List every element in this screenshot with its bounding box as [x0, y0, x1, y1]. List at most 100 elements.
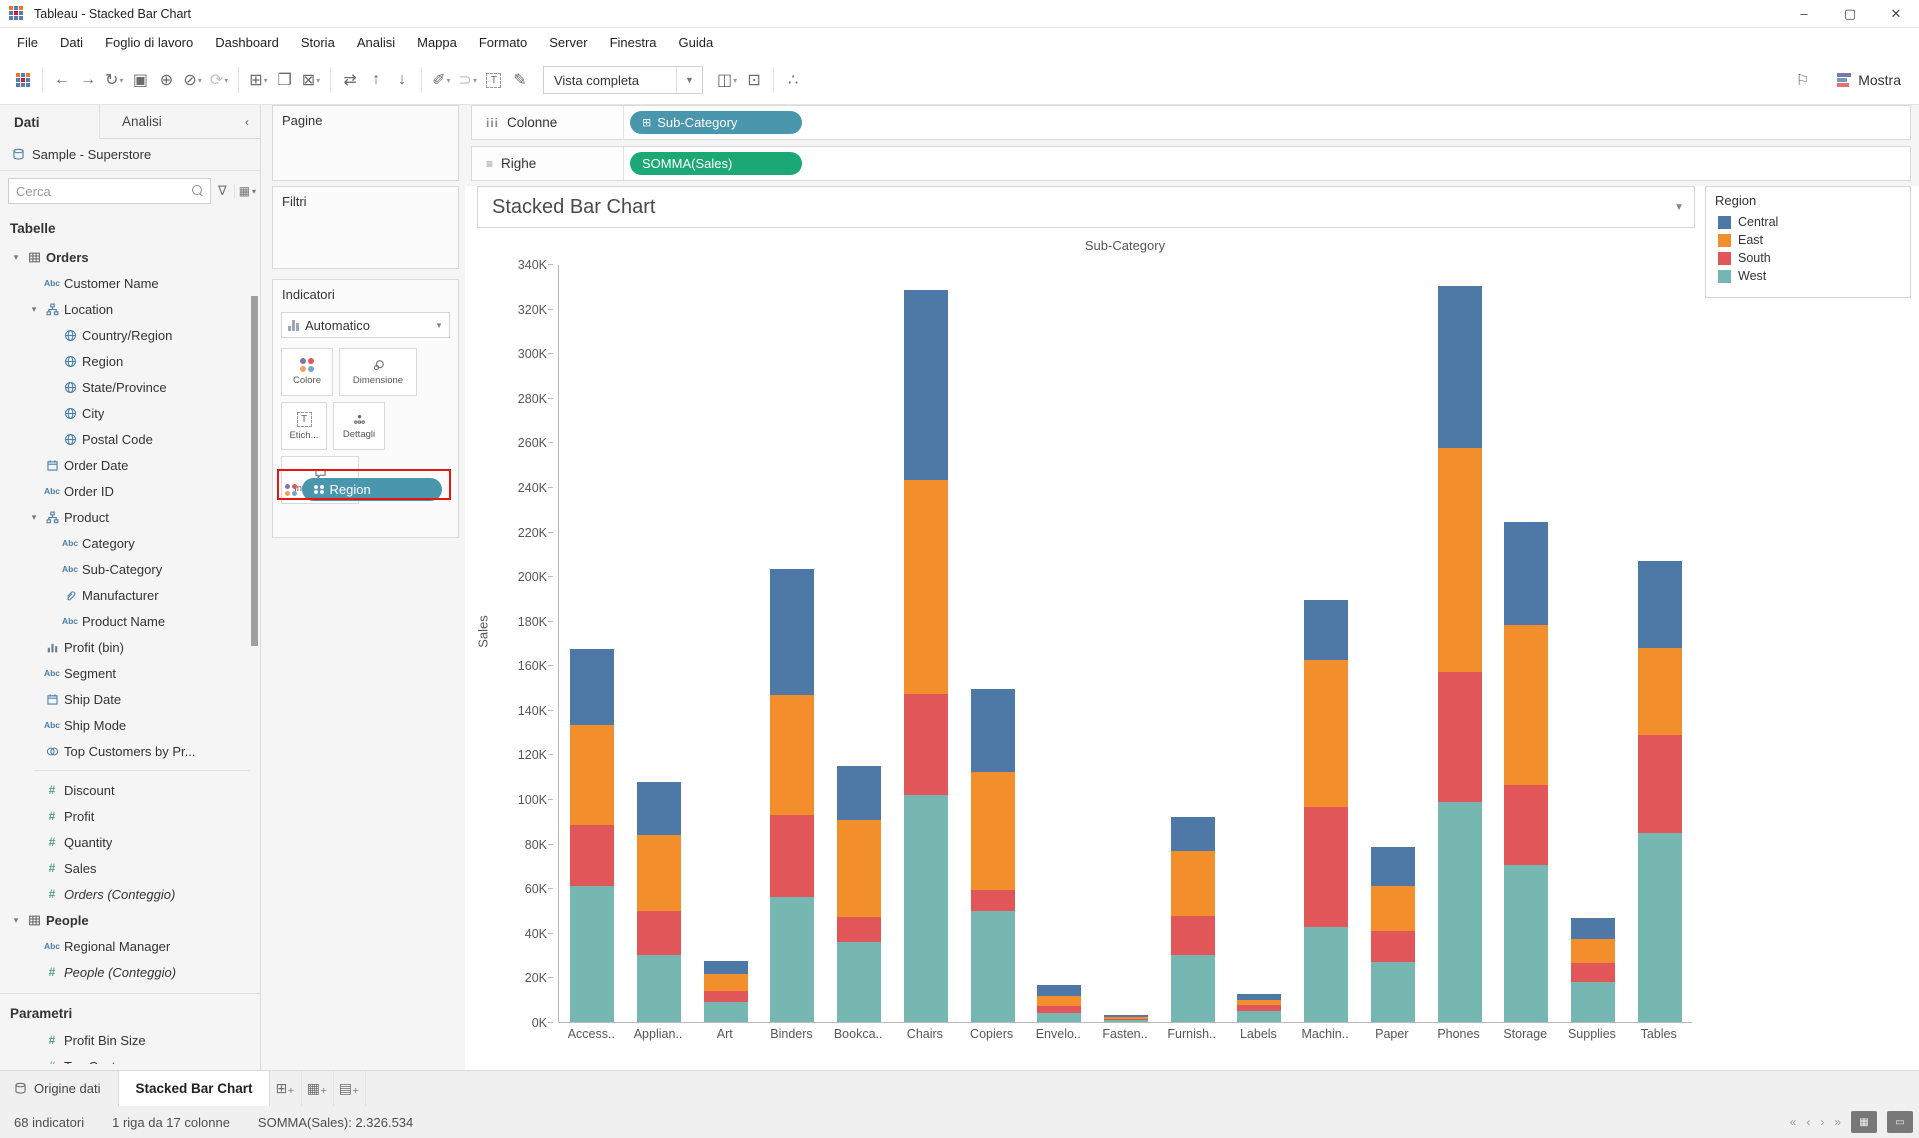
collapse-chevron-icon[interactable]: ▾: [8, 252, 24, 263]
show-tabs-button[interactable]: ▦: [1851, 1111, 1877, 1133]
collapse-chevron-icon[interactable]: ▾: [26, 304, 42, 315]
minimize-button[interactable]: –: [1781, 0, 1827, 27]
tab-data[interactable]: Dati: [0, 105, 100, 139]
sort-descending-button[interactable]: ↓: [389, 65, 415, 95]
bar-segment-central[interactable]: [637, 782, 681, 835]
bar-segment-west[interactable]: [1237, 1011, 1281, 1022]
bar-segment-west[interactable]: [770, 897, 814, 1022]
menu-item-analisi[interactable]: Analisi: [346, 31, 406, 54]
field-segment[interactable]: AbcSegment: [0, 660, 260, 686]
tab-analytics[interactable]: Analisi: [100, 105, 234, 139]
field-sales[interactable]: #Sales: [0, 855, 260, 881]
field-sub-category[interactable]: AbcSub-Category: [0, 556, 260, 582]
maximize-button[interactable]: ▢: [1827, 0, 1873, 27]
bar-segment-south[interactable]: [837, 917, 881, 941]
field-discount[interactable]: #Discount: [0, 777, 260, 803]
field-product[interactable]: ▾Product: [0, 504, 260, 530]
marks-button-etich[interactable]: TEtich...: [281, 402, 327, 450]
bar-segment-south[interactable]: [1438, 672, 1482, 802]
legend-item-west[interactable]: West: [1706, 267, 1910, 285]
legend-item-south[interactable]: South: [1706, 249, 1910, 267]
bar-segment-west[interactable]: [904, 795, 948, 1022]
bar-segment-central[interactable]: [570, 649, 614, 725]
field-location[interactable]: ▾Location: [0, 296, 260, 322]
sort-ascending-button[interactable]: ↑: [363, 65, 389, 95]
bar-segment-central[interactable]: [1638, 561, 1682, 648]
collapse-pane-icon[interactable]: ‹: [234, 105, 260, 139]
new-story-tab-icon[interactable]: ▤₊: [334, 1071, 366, 1106]
search-box[interactable]: [8, 178, 211, 204]
next-tab-icon[interactable]: ›: [1820, 1115, 1824, 1129]
bar-segment-west[interactable]: [837, 942, 881, 1022]
bar-segment-south[interactable]: [1504, 785, 1548, 865]
bar-segment-south[interactable]: [1304, 807, 1348, 927]
close-button[interactable]: ✕: [1873, 0, 1919, 27]
sheet-title[interactable]: Stacked Bar Chart ▼: [477, 186, 1695, 228]
menu-item-dashboard[interactable]: Dashboard: [204, 31, 290, 54]
bar-segment-south[interactable]: [637, 911, 681, 954]
bar-segment-east[interactable]: [704, 974, 748, 991]
sheet-tab-active[interactable]: Stacked Bar Chart: [118, 1071, 269, 1106]
menu-item-foglio-di-lavoro[interactable]: Foglio di lavoro: [94, 31, 204, 54]
bar-segment-west[interactable]: [1304, 927, 1348, 1022]
fit-select[interactable]: Vista completa ▼: [543, 66, 703, 94]
duplicate-sheet-button[interactable]: ❐: [272, 65, 298, 95]
clear-sheet-button[interactable]: ⊠▾: [298, 65, 324, 95]
bar-segment-east[interactable]: [570, 725, 614, 825]
field-postal-code[interactable]: Postal Code: [0, 426, 260, 452]
field-ship-date[interactable]: Ship Date: [0, 686, 260, 712]
bar-segment-east[interactable]: [837, 820, 881, 918]
collapse-chevron-icon[interactable]: ▾: [26, 512, 42, 523]
last-tab-icon[interactable]: »: [1834, 1115, 1841, 1129]
chevron-down-icon[interactable]: ▼: [1674, 202, 1694, 213]
collapse-chevron-icon[interactable]: ▾: [8, 915, 24, 926]
view-options-icon[interactable]: ▦ ▾: [234, 184, 256, 198]
bar-segment-east[interactable]: [1171, 851, 1215, 916]
bar-segment-south[interactable]: [1571, 963, 1615, 982]
menu-item-dati[interactable]: Dati: [49, 31, 94, 54]
back-button[interactable]: ←: [49, 65, 75, 95]
bar-segment-central[interactable]: [1304, 600, 1348, 660]
bar-segment-east[interactable]: [904, 480, 948, 695]
bar-segment-east[interactable]: [971, 772, 1015, 891]
field-order-id[interactable]: AbcOrder ID: [0, 478, 260, 504]
first-tab-icon[interactable]: «: [1790, 1115, 1797, 1129]
field-manufacturer[interactable]: Manufacturer: [0, 582, 260, 608]
field-orders-conteggio[interactable]: #Orders (Conteggio): [0, 881, 260, 907]
bar-segment-west[interactable]: [1571, 982, 1615, 1022]
swap-rows-columns-button[interactable]: ⇄: [337, 65, 363, 95]
worksheet-tooltip-icon[interactable]: ⚐: [1796, 71, 1809, 89]
menu-item-mappa[interactable]: Mappa: [406, 31, 468, 54]
prev-tab-icon[interactable]: ‹: [1806, 1115, 1810, 1129]
new-datasource-button[interactable]: ⊕: [153, 65, 179, 95]
bar-segment-south[interactable]: [904, 694, 948, 795]
bar-segment-south[interactable]: [1171, 916, 1215, 955]
bar-segment-east[interactable]: [1371, 886, 1415, 931]
bar-segment-west[interactable]: [1638, 833, 1682, 1022]
presentation-mode-button[interactable]: ⊡: [741, 65, 767, 95]
share-button[interactable]: ∴: [780, 65, 806, 95]
bar-segment-east[interactable]: [1638, 648, 1682, 735]
bar-segment-east[interactable]: [1504, 625, 1548, 785]
bar-segment-west[interactable]: [704, 1002, 748, 1023]
subcategory-pill[interactable]: ⊞ Sub-Category: [630, 111, 802, 134]
field-people-conteggio[interactable]: #People (Conteggio): [0, 959, 260, 985]
field-quantity[interactable]: #Quantity: [0, 829, 260, 855]
bar-segment-central[interactable]: [1438, 286, 1482, 447]
menu-item-server[interactable]: Server: [538, 31, 598, 54]
bar-segment-west[interactable]: [637, 955, 681, 1022]
bar-segment-south[interactable]: [971, 890, 1015, 911]
chevron-down-icon[interactable]: ▼: [676, 67, 702, 93]
filter-fields-icon[interactable]: ∇: [215, 183, 230, 199]
bar-segment-south[interactable]: [770, 815, 814, 897]
group-members-button[interactable]: ⊃▾: [455, 65, 481, 95]
bar-segment-south[interactable]: [1371, 931, 1415, 963]
bar-segment-west[interactable]: [1438, 802, 1482, 1022]
bar-segment-west[interactable]: [1104, 1020, 1148, 1022]
forward-button[interactable]: →: [75, 65, 101, 95]
menu-item-formato[interactable]: Formato: [468, 31, 538, 54]
new-dashboard-tab-icon[interactable]: ▦₊: [302, 1071, 334, 1106]
bar-segment-east[interactable]: [770, 695, 814, 814]
bar-segment-west[interactable]: [570, 886, 614, 1022]
datasource-row[interactable]: Sample - Superstore: [0, 139, 260, 171]
